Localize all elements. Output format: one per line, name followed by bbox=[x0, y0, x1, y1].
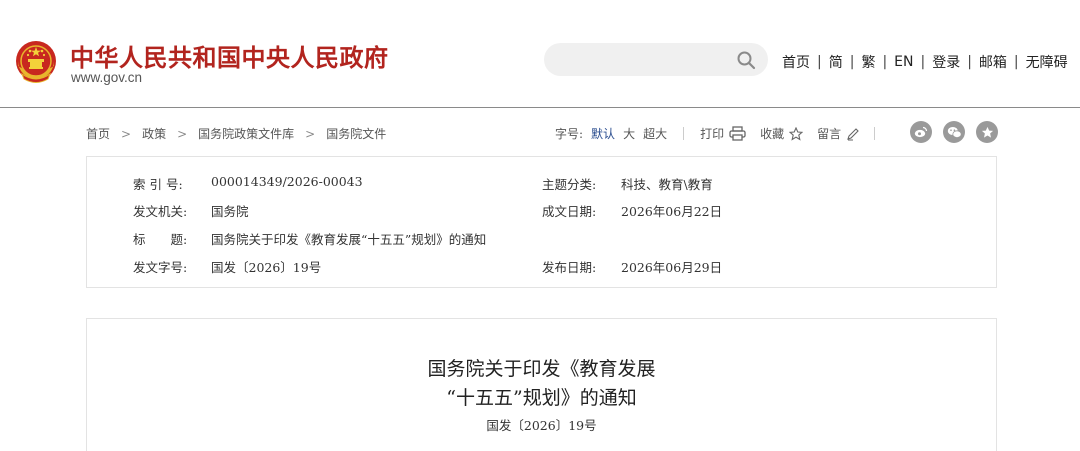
doc-no-value: 国发〔2026〕19号 bbox=[211, 260, 322, 275]
article-title-line-2: “十五五”规划》的通知 bbox=[446, 387, 637, 409]
favorite-star-icon bbox=[981, 126, 993, 138]
chevron-right-icon: > bbox=[121, 126, 132, 141]
breadcrumb-policy-library[interactable]: 国务院政策文件库 bbox=[198, 125, 294, 142]
meta-row: 发文字号: 国发〔2026〕19号 发布日期: 2026年06月29日 bbox=[87, 257, 996, 277]
breadcrumb-policy[interactable]: 政策 bbox=[142, 125, 166, 142]
divider bbox=[874, 127, 876, 140]
created-date-value: 2026年06月22日 bbox=[621, 204, 723, 219]
favorite-label: 收藏 bbox=[760, 127, 785, 141]
index-no-value: 000014349/2026-00043 bbox=[211, 174, 363, 189]
national-emblem-icon[interactable] bbox=[13, 38, 59, 86]
top-nav: 首页 | 简 | 繁 | EN | 登录 | 邮箱 | 无障碍 bbox=[782, 52, 1068, 72]
published-date-label: 发布日期: bbox=[542, 260, 597, 275]
doc-no-label: 发文字号: bbox=[133, 260, 188, 275]
star-outline-icon bbox=[789, 126, 804, 141]
nav-mailbox[interactable]: 邮箱 bbox=[979, 52, 1007, 72]
printer-icon bbox=[729, 126, 746, 141]
breadcrumb-home[interactable]: 首页 bbox=[86, 125, 110, 142]
published-date-value: 2026年06月29日 bbox=[621, 260, 723, 275]
comment-label: 留言 bbox=[817, 127, 842, 141]
chevron-right-icon: > bbox=[177, 126, 188, 141]
share-wechat-button[interactable] bbox=[943, 121, 965, 143]
print-button[interactable]: 打印 bbox=[700, 125, 746, 142]
breadcrumb-state-council-docs[interactable]: 国务院文件 bbox=[326, 125, 386, 142]
font-size-large[interactable]: 大 bbox=[623, 125, 635, 142]
search-input[interactable] bbox=[544, 43, 734, 76]
site-url[interactable]: www.gov.cn bbox=[71, 70, 142, 85]
article-body: 国务院关于印发《教育发展 “十五五”规划》的通知 国发〔2026〕19号 bbox=[86, 318, 997, 451]
comment-button[interactable]: 留言 bbox=[817, 125, 860, 142]
category-label: 主题分类: bbox=[542, 177, 597, 192]
issuer-value: 国务院 bbox=[211, 204, 249, 219]
font-size-xlarge[interactable]: 超大 bbox=[643, 125, 667, 142]
category-value: 科技、教育\教育 bbox=[621, 177, 713, 192]
document-metadata: 索 引 号: 000014349/2026-00043 主题分类: 科技、教育\… bbox=[86, 156, 997, 288]
print-label: 打印 bbox=[700, 127, 725, 141]
meta-row: 索 引 号: 000014349/2026-00043 主题分类: 科技、教育\… bbox=[87, 174, 996, 194]
page-toolbar: 首页 > 政策 > 国务院政策文件库 > 国务院文件 字号: 默认 大 超大 打… bbox=[86, 118, 998, 148]
nav-home[interactable]: 首页 bbox=[782, 52, 810, 72]
article-title: 国务院关于印发《教育发展 “十五五”规划》的通知 bbox=[87, 355, 996, 413]
article-tools: 字号: 默认 大 超大 打印 收藏 留言 bbox=[555, 125, 891, 142]
index-no-label: 索 引 号: bbox=[133, 177, 183, 192]
nav-english[interactable]: EN bbox=[894, 54, 913, 70]
site-name[interactable]: 中华人民共和国中央人民政府 bbox=[70, 38, 389, 73]
pencil-icon bbox=[847, 127, 859, 140]
font-size-label: 字号: bbox=[555, 127, 584, 141]
chevron-right-icon: > bbox=[305, 126, 316, 141]
favorite-button[interactable]: 收藏 bbox=[760, 125, 804, 142]
divider bbox=[683, 127, 685, 140]
nav-simplified[interactable]: 简 bbox=[829, 52, 843, 72]
search-icon[interactable] bbox=[736, 50, 756, 70]
article-title-line-1: 国务院关于印发《教育发展 bbox=[427, 358, 656, 380]
search-box bbox=[544, 43, 768, 76]
title-value: 国务院关于印发《教育发展“十五五”规划》的通知 bbox=[211, 232, 487, 247]
meta-row: 发文机关: 国务院 成文日期: 2026年06月22日 bbox=[87, 201, 996, 221]
nav-login[interactable]: 登录 bbox=[932, 52, 960, 72]
share-favorite-button[interactable] bbox=[976, 121, 998, 143]
site-header: 中华人民共和国中央人民政府 www.gov.cn 首页 | 简 | 繁 | EN… bbox=[0, 0, 1080, 108]
title-label: 标 题: bbox=[133, 232, 188, 247]
created-date-label: 成文日期: bbox=[542, 204, 597, 219]
nav-accessibility[interactable]: 无障碍 bbox=[1026, 52, 1068, 72]
meta-row: 标 题: 国务院关于印发《教育发展“十五五”规划》的通知 bbox=[87, 229, 996, 249]
font-size-default[interactable]: 默认 bbox=[591, 125, 615, 142]
weibo-icon bbox=[914, 126, 928, 138]
issuer-label: 发文机关: bbox=[133, 204, 188, 219]
share-buttons bbox=[910, 121, 1009, 143]
wechat-icon bbox=[947, 126, 962, 138]
breadcrumb: 首页 > 政策 > 国务院政策文件库 > 国务院文件 bbox=[86, 125, 386, 142]
article-doc-number: 国发〔2026〕19号 bbox=[486, 418, 597, 433]
nav-traditional[interactable]: 繁 bbox=[861, 52, 875, 72]
share-weibo-button[interactable] bbox=[910, 121, 932, 143]
